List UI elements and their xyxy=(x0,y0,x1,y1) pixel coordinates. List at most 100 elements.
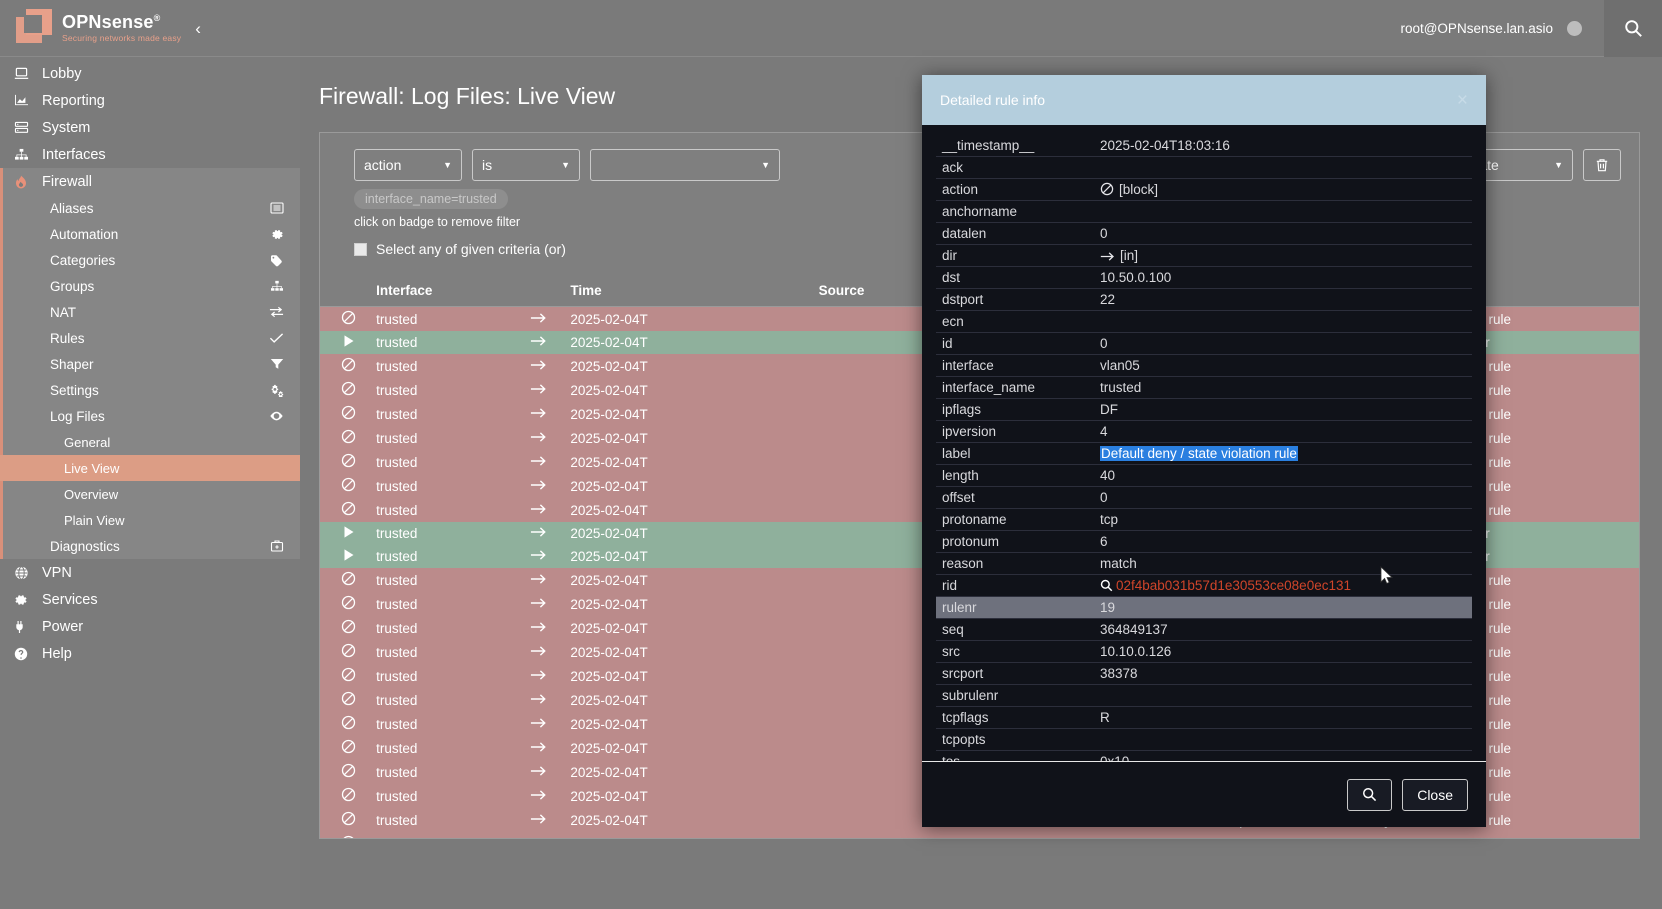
sidebar-item-diagnostics[interactable]: Diagnostics xyxy=(0,533,300,559)
row-action-icon[interactable] xyxy=(320,760,376,784)
rule-detail-row[interactable]: subrulenr xyxy=(936,684,1472,707)
rule-detail-key: action xyxy=(936,178,1094,201)
row-action-icon[interactable] xyxy=(320,784,376,808)
sidebar-item-plain-view[interactable]: Plain View xyxy=(0,507,300,533)
row-action-icon[interactable] xyxy=(320,616,376,640)
sidebar-item-lobby[interactable]: Lobby xyxy=(0,60,300,87)
rule-detail-row[interactable]: id 0 xyxy=(936,332,1472,355)
row-action-icon[interactable] xyxy=(320,498,376,522)
sidebar-item-services[interactable]: Services xyxy=(0,586,300,613)
row-action-icon[interactable] xyxy=(320,522,376,545)
row-action-icon[interactable] xyxy=(320,592,376,616)
rule-detail-row[interactable]: tcpopts xyxy=(936,728,1472,751)
sidebar-item-categories[interactable]: Categories xyxy=(0,247,300,273)
sidebar-item-vpn[interactable]: VPN xyxy=(0,559,300,586)
sidebar-item-aliases[interactable]: Aliases xyxy=(0,195,300,221)
row-action-icon[interactable] xyxy=(320,808,376,832)
rule-detail-row[interactable]: length 40 xyxy=(936,464,1472,487)
rule-detail-row[interactable]: src 10.10.0.126 xyxy=(936,640,1472,663)
sidebar-item-general[interactable]: General xyxy=(0,429,300,455)
row-action-icon[interactable] xyxy=(320,378,376,402)
rule-detail-key: protonum xyxy=(936,530,1094,553)
row-action-icon[interactable] xyxy=(320,354,376,378)
row-action-icon[interactable] xyxy=(320,736,376,760)
row-action-icon[interactable] xyxy=(320,712,376,736)
sidebar-item-groups[interactable]: Groups xyxy=(0,273,300,299)
rule-detail-row[interactable]: interface_name trusted xyxy=(936,376,1472,399)
row-action-icon[interactable] xyxy=(320,426,376,450)
chevron-left-icon[interactable]: ‹ xyxy=(195,20,201,37)
row-interface: trusted xyxy=(376,335,418,350)
row-proto: tcp xyxy=(1229,832,1315,839)
sidebar-item-settings[interactable]: Settings xyxy=(0,377,300,403)
brand-tagline: Securing networks made easy xyxy=(62,33,182,44)
sidebar-item-interfaces[interactable]: Interfaces xyxy=(0,141,300,168)
modal-search-button[interactable] xyxy=(1347,778,1393,811)
row-action-icon[interactable] xyxy=(320,832,376,838)
rule-detail-row[interactable]: interface vlan05 xyxy=(936,354,1472,377)
filter-operator-select[interactable]: is ▼ xyxy=(472,149,580,181)
rule-detail-row[interactable]: ipversion 4 xyxy=(936,420,1472,443)
row-action-icon[interactable] xyxy=(320,402,376,426)
rid-link[interactable]: 02f4bab031b57d1e30553ce08e0ec131 xyxy=(1100,578,1351,593)
modal-close-button[interactable]: Close xyxy=(1402,778,1468,811)
rule-detail-row[interactable]: seq 364849137 xyxy=(936,618,1472,641)
rule-detail-row[interactable]: tcpflags R xyxy=(936,706,1472,729)
rule-detail-key: offset xyxy=(936,486,1094,509)
table-row[interactable]: trusted 2025-02-04T tcpDefault deny / stat… xyxy=(320,832,1639,839)
rule-detail-row[interactable]: dstport 22 xyxy=(936,288,1472,311)
sidebar-item-live-view[interactable]: Live View xyxy=(0,455,300,481)
filter-badge[interactable]: interface_name=trusted xyxy=(354,189,508,209)
sidebar-item-automation[interactable]: Automation xyxy=(0,221,300,247)
rule-detail-row[interactable]: dst 10.50.0.100 xyxy=(936,266,1472,289)
rule-detail-row[interactable]: protonum 6 xyxy=(936,530,1472,553)
row-action-icon[interactable] xyxy=(320,450,376,474)
sidebar-item-system[interactable]: System xyxy=(0,114,300,141)
sidebar-item-firewall[interactable]: Firewall xyxy=(0,168,300,195)
rule-detail-row[interactable]: anchorname xyxy=(936,200,1472,223)
row-action-icon[interactable] xyxy=(320,664,376,688)
rule-detail-row[interactable]: dir [in] xyxy=(936,244,1472,267)
row-time: 2025-02-04T xyxy=(570,335,648,350)
row-interface: trusted xyxy=(376,430,418,446)
rule-detail-row[interactable]: __timestamp__ 2025-02-04T18:03:16 xyxy=(936,135,1472,157)
row-action-icon[interactable] xyxy=(320,474,376,498)
sidebar-item-help[interactable]: Help xyxy=(0,640,300,667)
eye-icon xyxy=(269,410,284,422)
rule-detail-row[interactable]: action [block] xyxy=(936,178,1472,201)
rule-detail-row[interactable]: ipflags DF xyxy=(936,398,1472,421)
close-icon[interactable]: × xyxy=(1457,91,1468,110)
sidebar-item-overview[interactable]: Overview xyxy=(0,481,300,507)
criteria-checkbox[interactable] xyxy=(354,242,367,256)
rule-detail-row[interactable]: offset 0 xyxy=(936,486,1472,509)
row-action-icon[interactable] xyxy=(320,331,376,354)
global-search-button[interactable] xyxy=(1604,0,1662,57)
rule-detail-value: 10.10.0.126 xyxy=(1094,640,1472,663)
sidebar-item-nat[interactable]: NAT xyxy=(0,299,300,325)
row-action-icon[interactable] xyxy=(320,545,376,568)
rule-detail-row[interactable]: ack xyxy=(936,156,1472,179)
filter-field-select[interactable]: action ▼ xyxy=(354,149,462,181)
rule-detail-row[interactable]: datalen 0 xyxy=(936,222,1472,245)
col-interface: Interface xyxy=(376,279,506,307)
sidebar-item-reporting[interactable]: Reporting xyxy=(0,87,300,114)
row-action-icon[interactable] xyxy=(320,568,376,592)
sidebar-item-log-files[interactable]: Log Files xyxy=(0,403,300,429)
row-action-icon[interactable] xyxy=(320,307,376,332)
sidebar-item-rules[interactable]: Rules xyxy=(0,325,300,351)
filter-value-select[interactable]: ▼ xyxy=(590,149,780,181)
sidebar-item-power[interactable]: Power xyxy=(0,613,300,640)
row-action-icon[interactable] xyxy=(320,688,376,712)
rule-detail-row[interactable]: protoname tcp xyxy=(936,508,1472,531)
rule-detail-row[interactable]: tos0x10 xyxy=(936,750,1472,761)
rule-detail-value: R xyxy=(1094,706,1472,729)
brand-header: OPNsense® Securing networks made easy ‹ xyxy=(0,0,300,57)
sidebar-item-shaper[interactable]: Shaper xyxy=(0,351,300,377)
rule-detail-row[interactable]: rulenr 19 xyxy=(936,596,1472,619)
delete-template-button[interactable] xyxy=(1583,149,1621,181)
rule-detail-row[interactable]: srcport 38378 xyxy=(936,662,1472,685)
rule-detail-row[interactable]: ecn xyxy=(936,310,1472,333)
rule-detail-row[interactable]: label Default deny / state violation rule xyxy=(936,442,1472,465)
sidebar-item-label: Automation xyxy=(50,226,119,242)
row-action-icon[interactable] xyxy=(320,640,376,664)
